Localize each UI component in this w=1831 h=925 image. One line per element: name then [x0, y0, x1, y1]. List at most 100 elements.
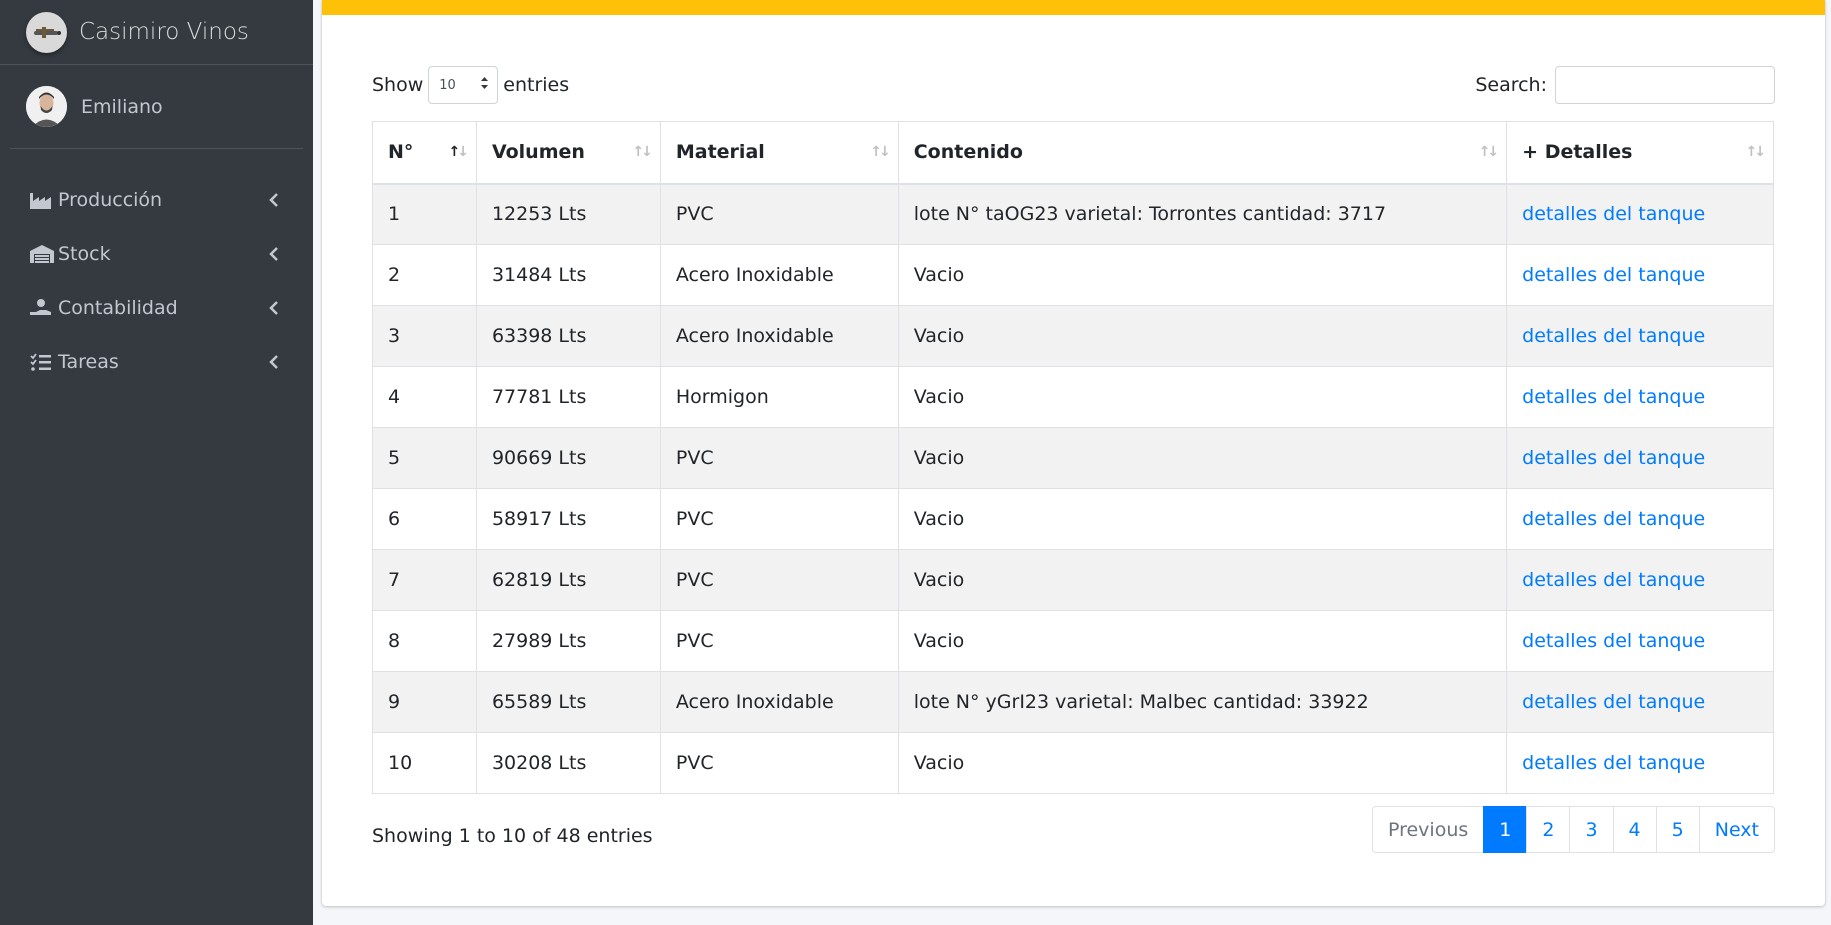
card-accent-bar	[322, 0, 1825, 15]
cell-volumen: 77781 Lts	[475, 366, 661, 428]
table-controls: Show 10 entries Search:	[372, 66, 1775, 104]
detalles-link[interactable]: detalles del tanque	[1522, 447, 1705, 469]
length-menu: Show 10 entries	[372, 66, 569, 104]
cell-numero: 9	[372, 671, 477, 733]
cell-numero: 7	[372, 549, 477, 611]
chevron-left-icon	[269, 245, 283, 263]
cell-volumen: 30208 Lts	[475, 732, 661, 794]
cell-numero: 4	[372, 366, 477, 428]
pagination-previous-button[interactable]: Previous	[1371, 806, 1485, 853]
select-arrows-icon	[480, 76, 489, 94]
column-header-contenido[interactable]: Contenido ↑↓	[897, 121, 1508, 185]
pagination-page-3[interactable]: 3	[1569, 806, 1614, 853]
avatar	[26, 86, 67, 127]
sidebar-item-label: Contabilidad	[58, 297, 178, 319]
cell-volumen: 90669 Lts	[475, 427, 661, 489]
cell-volumen: 31484 Lts	[475, 244, 661, 306]
sidebar-item-contabilidad[interactable]: Contabilidad	[0, 281, 313, 335]
cell-numero: 6	[372, 488, 477, 550]
cell-contenido: Vacio	[897, 305, 1508, 367]
detalles-link[interactable]: detalles del tanque	[1522, 569, 1705, 591]
detalles-link[interactable]: detalles del tanque	[1522, 264, 1705, 286]
column-header-numero[interactable]: N° ↑↓	[372, 121, 477, 185]
cell-detalles: detalles del tanque	[1506, 183, 1774, 245]
chevron-left-icon	[269, 299, 283, 317]
cell-material: Acero Inoxidable	[659, 305, 899, 367]
tanques-table: N° ↑↓ Volumen ↑↓ Material ↑↓ Contenido ↑…	[372, 121, 1774, 794]
search-label: Search:	[1475, 74, 1547, 96]
hand-holding-dollar-icon	[30, 296, 54, 320]
user-panel[interactable]: Emiliano	[10, 65, 303, 149]
sidebar-item-stock[interactable]: Stock	[0, 227, 313, 281]
cell-volumen: 27989 Lts	[475, 610, 661, 672]
sidebar-item-produccion[interactable]: Producción	[0, 173, 313, 227]
search-input[interactable]	[1555, 66, 1775, 104]
sidebar-item-label: Tareas	[58, 351, 119, 373]
cell-numero: 8	[372, 610, 477, 672]
column-header-volumen[interactable]: Volumen ↑↓	[475, 121, 661, 185]
entries-select-value: 10	[439, 77, 456, 93]
sidebar-item-label: Producción	[58, 189, 163, 211]
show-label: Show	[372, 74, 424, 96]
sort-icon: ↑↓	[870, 144, 891, 160]
pagination-page-4[interactable]: 4	[1612, 806, 1657, 853]
cell-material: PVC	[659, 549, 899, 611]
pagination-page-2[interactable]: 2	[1526, 806, 1571, 853]
cell-volumen: 65589 Lts	[475, 671, 661, 733]
entries-select[interactable]: 10	[428, 66, 499, 104]
cell-contenido: Vacio	[897, 732, 1508, 794]
cell-material: PVC	[659, 427, 899, 489]
cell-contenido: Vacio	[897, 549, 1508, 611]
cell-volumen: 58917 Lts	[475, 488, 661, 550]
cell-detalles: detalles del tanque	[1506, 732, 1774, 794]
cell-material: Acero Inoxidable	[659, 244, 899, 306]
user-name: Emiliano	[81, 95, 163, 118]
cell-contenido: lote N° yGrI23 varietal: Malbec cantidad…	[897, 671, 1508, 733]
cell-detalles: detalles del tanque	[1506, 305, 1774, 367]
pagination: Previous 1 2 3 4 5 Next	[1371, 806, 1775, 853]
sort-icon: ↑↓	[1478, 144, 1500, 160]
pagination-page-5[interactable]: 5	[1655, 806, 1700, 853]
brand-link[interactable]: Casimiro Vinos	[0, 0, 313, 65]
table-row: 9 65589 Lts Acero Inoxidable lote N° yGr…	[372, 671, 1774, 733]
cell-detalles: detalles del tanque	[1506, 549, 1774, 611]
cell-numero: 1	[372, 183, 477, 245]
column-header-detalles[interactable]: + Detalles ↑↓	[1506, 121, 1774, 185]
cell-detalles: detalles del tanque	[1506, 488, 1774, 550]
detalles-link[interactable]: detalles del tanque	[1522, 752, 1705, 774]
sort-icon: ↑↓	[632, 144, 653, 160]
pagination-next-button[interactable]: Next	[1698, 806, 1775, 853]
cell-volumen: 12253 Lts	[475, 183, 661, 245]
sidebar-item-label: Stock	[58, 243, 111, 265]
table-info: Showing 1 to 10 of 48 entries	[372, 825, 653, 847]
sidebar-nav: Producción Stock Contabilidad Tareas	[0, 173, 313, 389]
table-header-row: N° ↑↓ Volumen ↑↓ Material ↑↓ Contenido ↑…	[372, 121, 1774, 185]
detalles-link[interactable]: detalles del tanque	[1522, 203, 1705, 225]
chevron-left-icon	[269, 353, 283, 371]
cell-contenido: lote N° taOG23 varietal: Torrontes canti…	[897, 183, 1508, 245]
table-row: 7 62819 Lts PVC Vacio detalles del tanqu…	[372, 549, 1774, 611]
detalles-link[interactable]: detalles del tanque	[1522, 691, 1705, 713]
sidebar-item-tareas[interactable]: Tareas	[0, 335, 313, 389]
cell-detalles: detalles del tanque	[1506, 244, 1774, 306]
detalles-link[interactable]: detalles del tanque	[1522, 508, 1705, 530]
entries-label: entries	[503, 74, 570, 96]
detalles-link[interactable]: detalles del tanque	[1522, 630, 1705, 652]
detalles-link[interactable]: detalles del tanque	[1522, 386, 1705, 408]
cell-detalles: detalles del tanque	[1506, 366, 1774, 428]
industry-icon	[30, 188, 54, 212]
column-header-material[interactable]: Material ↑↓	[659, 121, 899, 185]
cell-contenido: Vacio	[897, 488, 1508, 550]
cell-material: PVC	[659, 183, 899, 245]
warehouse-icon	[30, 242, 54, 266]
cell-numero: 2	[372, 244, 477, 306]
cell-material: Acero Inoxidable	[659, 671, 899, 733]
table-row: 3 63398 Lts Acero Inoxidable Vacio detal…	[372, 305, 1774, 367]
cell-detalles: detalles del tanque	[1506, 427, 1774, 489]
table-row: 1 12253 Lts PVC lote N° taOG23 varietal:…	[372, 183, 1774, 245]
detalles-link[interactable]: detalles del tanque	[1522, 325, 1705, 347]
cell-detalles: detalles del tanque	[1506, 610, 1774, 672]
table-row: 4 77781 Lts Hormigon Vacio detalles del …	[372, 366, 1774, 428]
brand-logo-icon	[26, 11, 67, 53]
pagination-page-1[interactable]: 1	[1483, 806, 1528, 853]
